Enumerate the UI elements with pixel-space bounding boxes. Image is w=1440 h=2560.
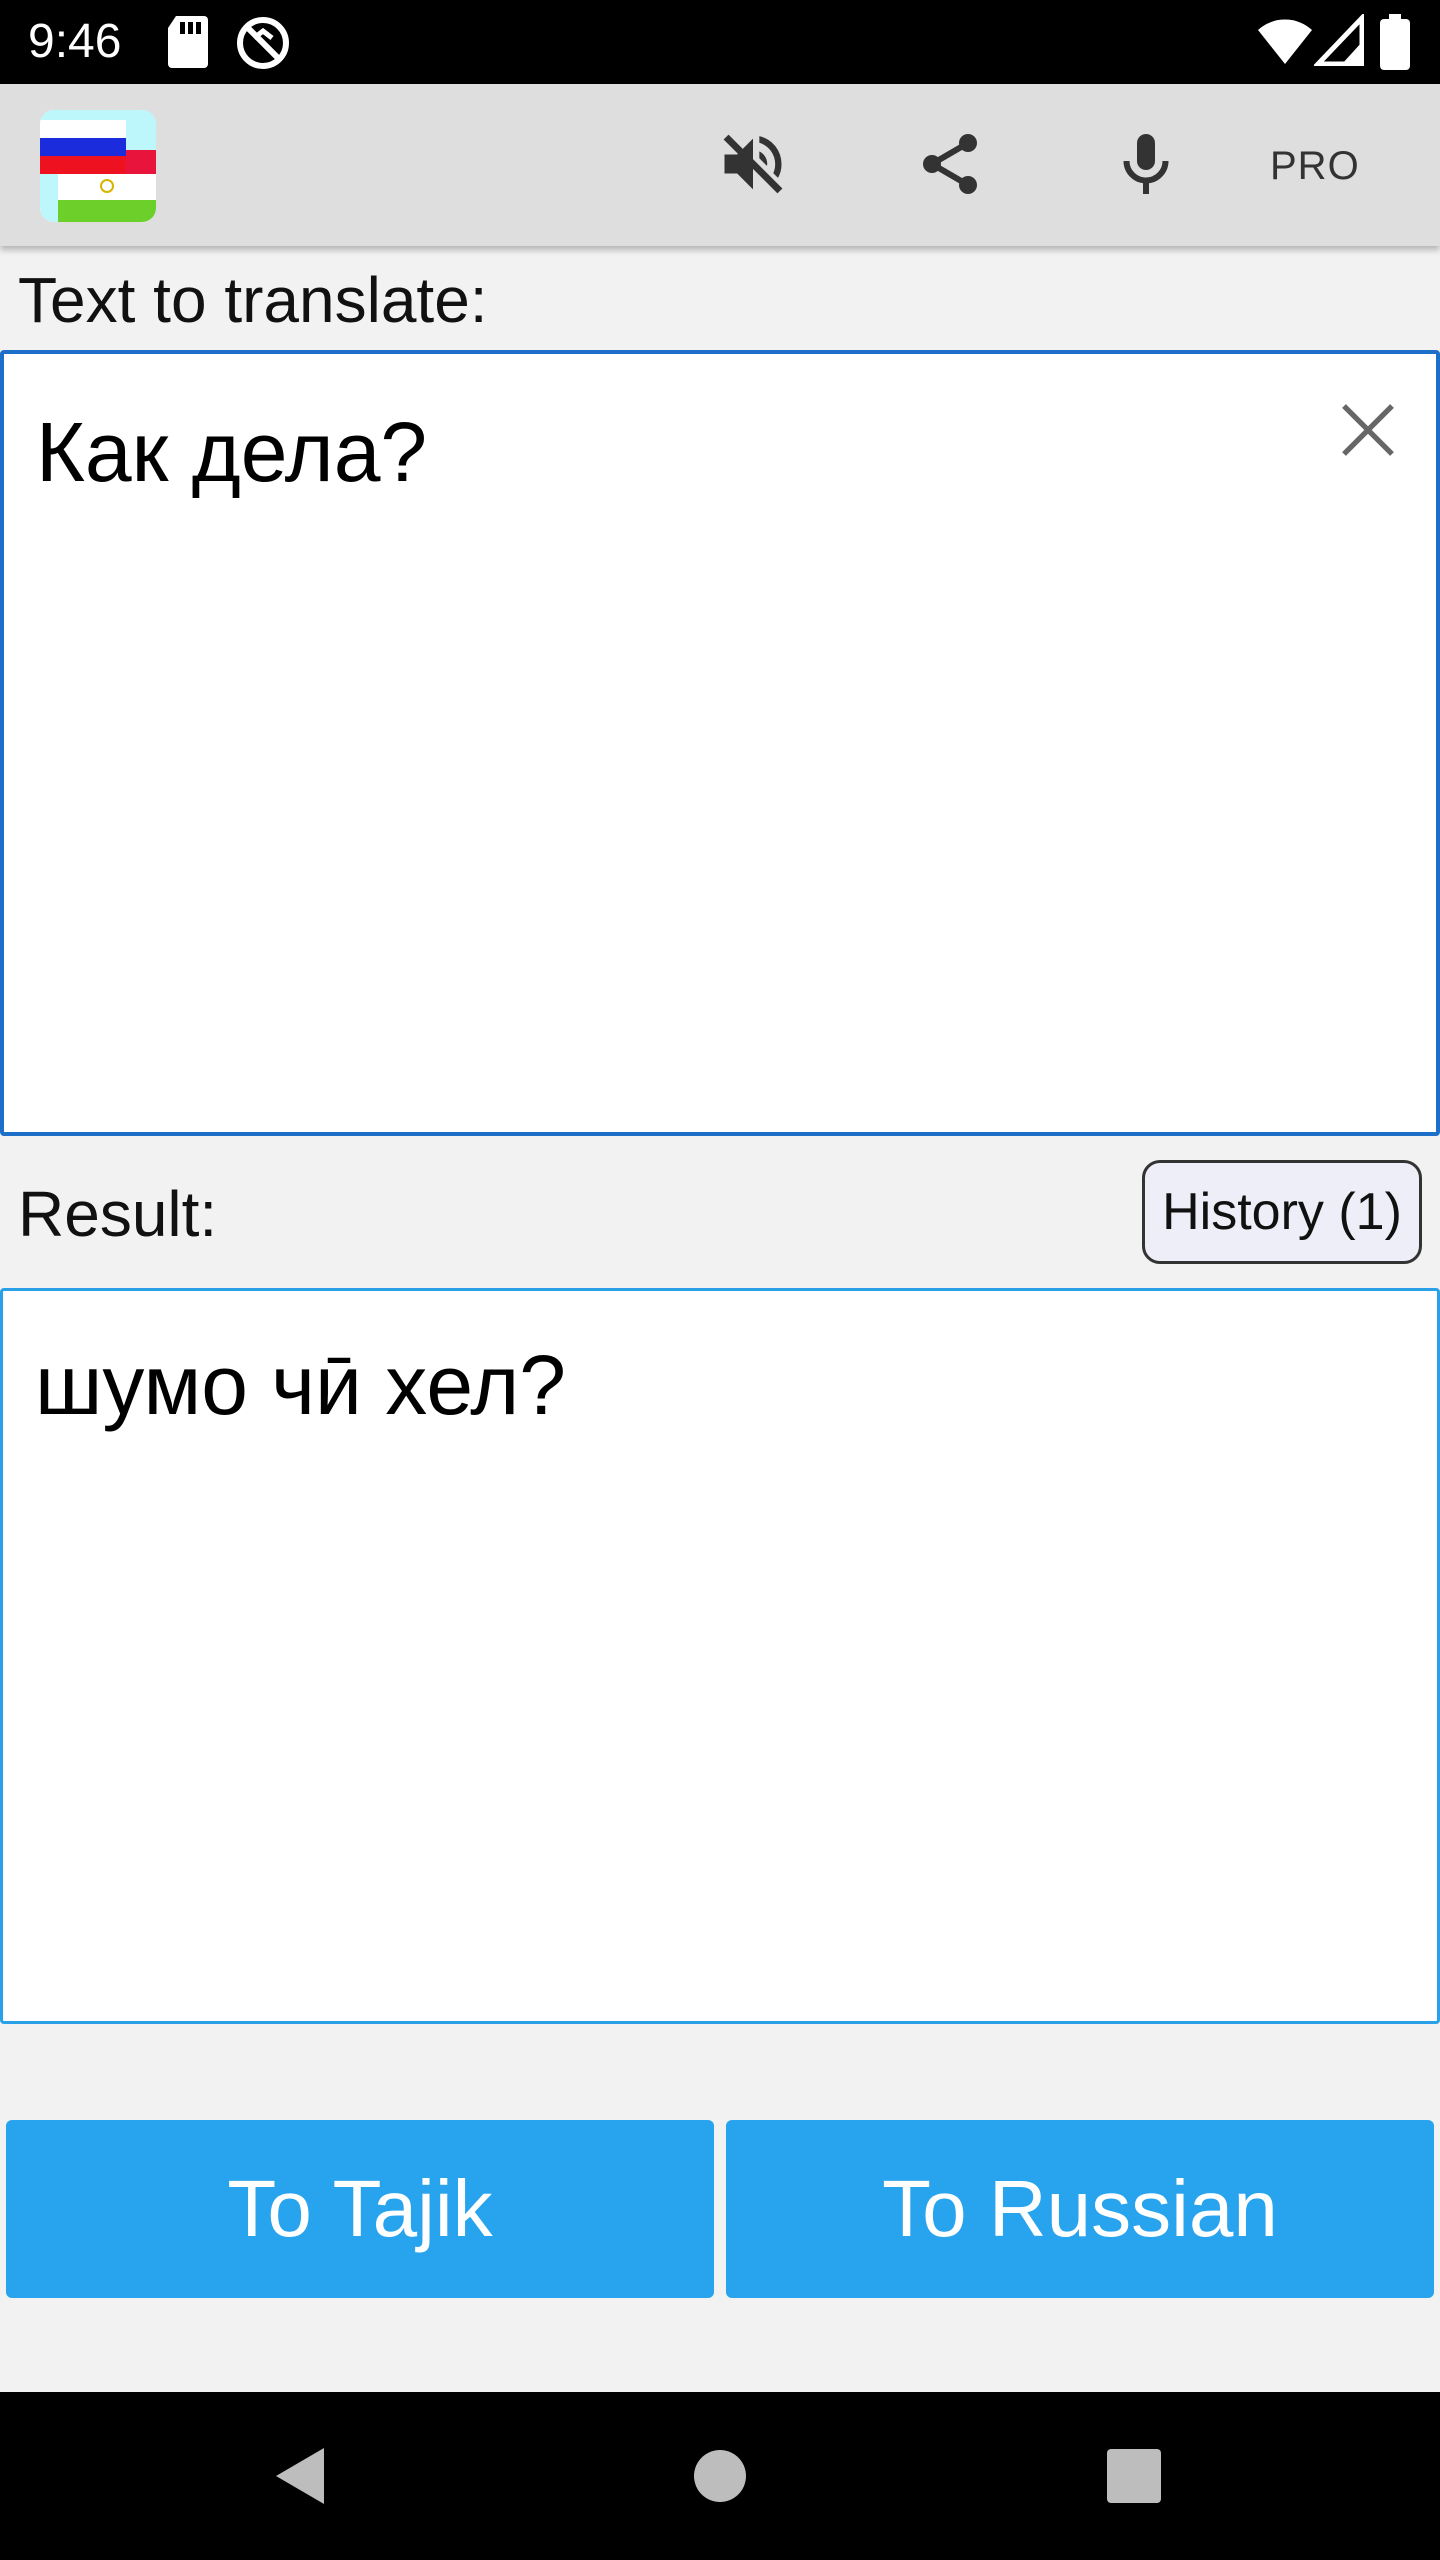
- pro-button[interactable]: PRO: [1270, 144, 1360, 188]
- result-output: шумо чӣ хел?: [0, 1288, 1440, 2024]
- recents-square-icon: [1107, 2449, 1161, 2503]
- navigation-bar: [0, 2392, 1440, 2560]
- mute-button[interactable]: [703, 114, 803, 214]
- text-to-translate-input[interactable]: Как дела?: [0, 350, 1440, 1136]
- wifi-icon: [1256, 14, 1314, 71]
- recents-button[interactable]: [1074, 2416, 1194, 2536]
- history-button[interactable]: History (1): [1142, 1160, 1422, 1264]
- home-circle-icon: [694, 2450, 746, 2502]
- to-tajik-button[interactable]: To Tajik: [6, 2120, 714, 2298]
- result-label: Result:: [18, 1178, 218, 1250]
- sd-card-icon: [166, 14, 210, 75]
- to-russian-button[interactable]: To Russian: [726, 2120, 1434, 2298]
- clear-button[interactable]: [1328, 390, 1408, 470]
- app-logo: [40, 110, 156, 222]
- russia-tajikistan-flags-icon: [40, 110, 156, 222]
- result-text: шумо чӣ хел?: [35, 1338, 566, 1432]
- signal-icon: [1312, 11, 1365, 71]
- back-triangle-icon: [276, 2448, 324, 2504]
- input-text[interactable]: Как дела?: [36, 402, 427, 502]
- status-bar: 9:46: [0, 0, 1440, 84]
- status-time: 9:46: [28, 15, 122, 68]
- input-label: Text to translate:: [18, 264, 488, 336]
- close-icon: [1342, 404, 1394, 456]
- back-button[interactable]: [240, 2416, 360, 2536]
- share-button[interactable]: [900, 114, 1000, 214]
- app-bar: PRO: [0, 84, 1440, 246]
- mute-icon: [723, 134, 783, 194]
- battery-icon: [1380, 14, 1410, 75]
- home-button[interactable]: [660, 2416, 780, 2536]
- share-icon: [923, 134, 977, 194]
- sync-off-icon: [234, 14, 292, 77]
- microphone-button[interactable]: [1096, 114, 1196, 214]
- microphone-icon: [1123, 134, 1169, 194]
